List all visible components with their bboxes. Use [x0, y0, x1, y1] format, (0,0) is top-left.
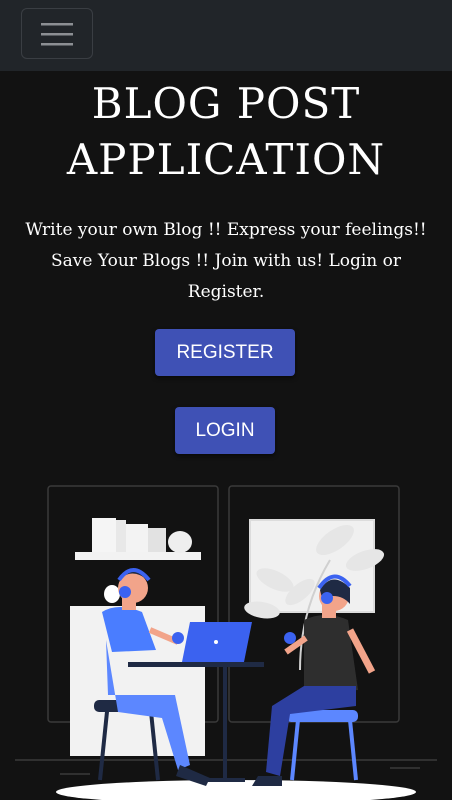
- page-title: BLOG POST APPLICATION: [0, 76, 452, 188]
- navbar: [0, 0, 452, 71]
- register-button[interactable]: REGISTER: [155, 329, 295, 376]
- tagline-line-3: Register.: [187, 282, 265, 302]
- page-title-line-1: BLOG POST: [91, 79, 361, 128]
- page-title-line-2: APPLICATION: [66, 135, 386, 184]
- tagline-line-1: Write your own Blog !! Express your feel…: [25, 220, 427, 240]
- podcast-illustration: [15, 485, 437, 800]
- tagline: Write your own Blog !! Express your feel…: [14, 215, 438, 308]
- login-button[interactable]: LOGIN: [175, 407, 275, 454]
- hamburger-menu-icon: [41, 22, 73, 45]
- navbar-toggler-button[interactable]: [21, 8, 93, 59]
- tagline-line-2: Save Your Blogs !! Join with us! Login o…: [50, 251, 402, 271]
